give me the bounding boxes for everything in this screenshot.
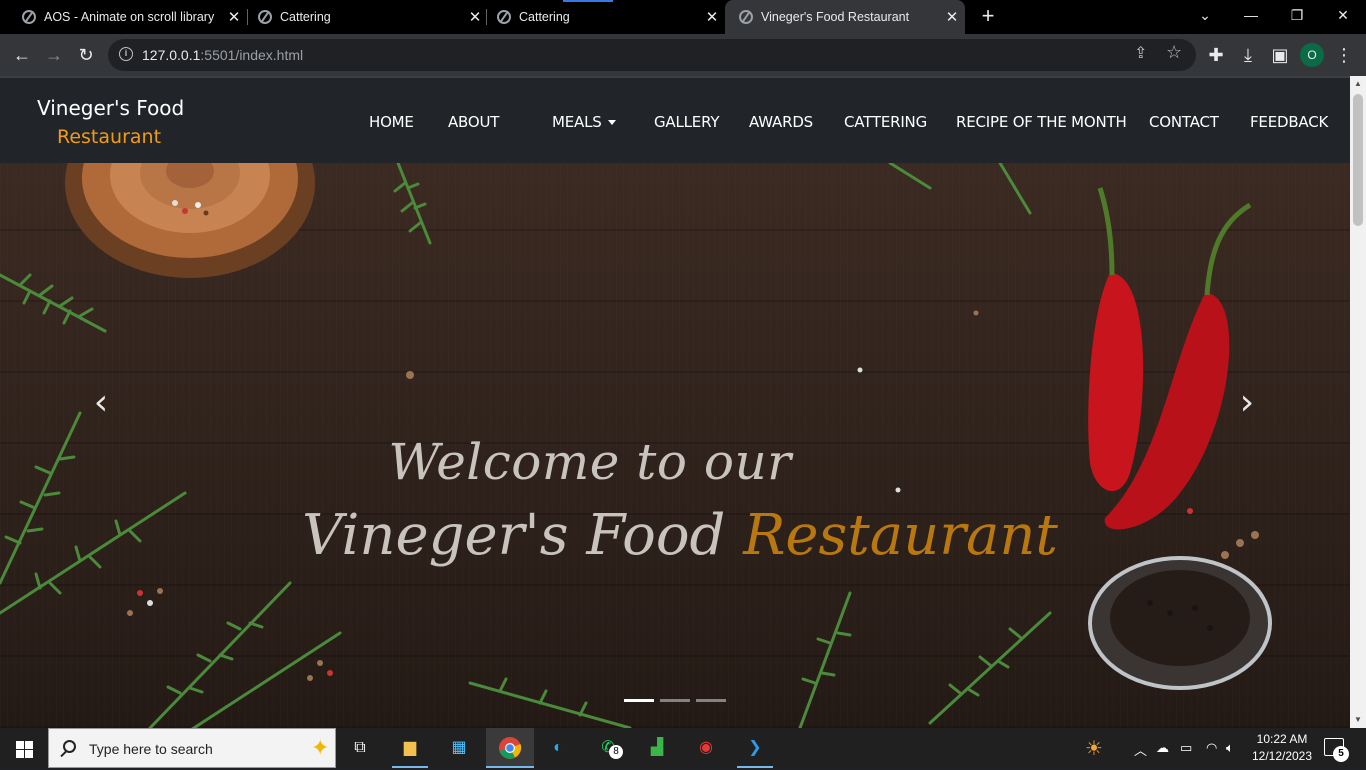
windows-taskbar: Type here to search ✦ ⧉ ▆ ▦ ◐ ✆ 8 ▟ ◉ ❯ … bbox=[0, 728, 1366, 768]
wifi-icon[interactable]: ◠ bbox=[1206, 740, 1217, 756]
close-icon[interactable]: ✕ bbox=[699, 8, 725, 26]
extensions-puzzle-icon[interactable]: ✚ bbox=[1202, 41, 1230, 69]
close-icon[interactable]: ✕ bbox=[939, 8, 965, 26]
restore-button[interactable]: ❐ bbox=[1274, 0, 1320, 34]
forward-button[interactable]: → bbox=[40, 41, 68, 69]
close-window-button[interactable]: ✕ bbox=[1320, 0, 1366, 34]
microsoft-store-icon[interactable]: ▦ bbox=[445, 734, 473, 762]
peppercorn-bowl-image bbox=[1088, 556, 1272, 690]
windows-start-button[interactable] bbox=[0, 728, 48, 768]
nav-awards[interactable]: AWARDS bbox=[749, 113, 813, 131]
nav-gallery[interactable]: GALLERY bbox=[654, 113, 720, 131]
brand-name[interactable]: Vineger's Food bbox=[37, 96, 184, 120]
taskbar-search-box[interactable]: Type here to search ✦ bbox=[48, 728, 336, 768]
globe-icon bbox=[258, 10, 272, 24]
carousel-prev-chevron-icon[interactable]: ‹ bbox=[86, 383, 116, 423]
carousel-indicator-1[interactable] bbox=[624, 699, 654, 702]
edge-icon[interactable]: ◐ bbox=[544, 734, 572, 762]
weather-icon[interactable]: ☀ bbox=[1085, 736, 1103, 761]
nav-recipe-of-the-month[interactable]: RECIPE OF THE MONTH bbox=[956, 113, 1127, 131]
nav-feedback[interactable]: FEEDBACK bbox=[1250, 113, 1328, 131]
hero-restaurant-heading: Vineger's Food Restaurant bbox=[0, 503, 1350, 568]
tab-cattering-1[interactable]: Cattering ✕ bbox=[236, 0, 488, 34]
scroll-down-arrow-icon[interactable]: ▼ bbox=[1350, 712, 1366, 728]
nav-meals-dropdown[interactable]: MEALS bbox=[552, 113, 616, 131]
url-text[interactable]: 127.0.0.1:5501/index.html bbox=[142, 47, 303, 63]
hero-restaurant-word: Restaurant bbox=[743, 503, 1058, 568]
carousel-indicator-2[interactable] bbox=[660, 699, 690, 702]
globe-icon bbox=[497, 10, 511, 24]
vscode-icon[interactable]: ❯ bbox=[741, 734, 769, 762]
search-placeholder: Type here to search bbox=[89, 741, 213, 757]
screen-recorder-icon[interactable]: ◉ bbox=[692, 734, 720, 762]
page-viewport: Vineger's Food Restaurant HOME ABOUT MEA… bbox=[0, 76, 1350, 728]
whatsapp-badge: 8 bbox=[609, 745, 623, 759]
battery-icon[interactable]: ▭ bbox=[1180, 740, 1192, 756]
bookmark-star-icon[interactable]: ☆ bbox=[1166, 42, 1182, 63]
tab-title: Cattering bbox=[280, 10, 331, 24]
globe-icon bbox=[739, 10, 753, 24]
tab-title: AOS - Animate on scroll library bbox=[44, 10, 215, 24]
site-info-icon[interactable]: i bbox=[119, 47, 133, 61]
minimize-button[interactable]: — bbox=[1228, 0, 1274, 34]
tab-title: Cattering bbox=[519, 10, 570, 24]
notification-count-badge: 5 bbox=[1333, 746, 1349, 762]
wood-slice-image bbox=[65, 163, 315, 278]
chrome-icon[interactable] bbox=[496, 734, 524, 762]
page-scrollbar[interactable]: ▲ ▼ bbox=[1350, 76, 1366, 728]
volume-icon[interactable]: 🔈︎ bbox=[1226, 740, 1234, 756]
brand-subtitle[interactable]: Restaurant bbox=[57, 126, 161, 148]
address-bar[interactable]: i 127.0.0.1:5501/index.html ⇪ ☆ bbox=[108, 39, 1196, 71]
clock-time: 10:22 AM bbox=[1256, 732, 1308, 746]
back-button[interactable]: ← bbox=[8, 41, 36, 69]
download-icon[interactable]: ⤓ bbox=[1234, 41, 1262, 69]
search-icon bbox=[63, 740, 76, 753]
nav-home[interactable]: HOME bbox=[369, 113, 414, 131]
hero-welcome-heading: Welcome to our bbox=[388, 433, 792, 491]
globe-icon bbox=[22, 10, 36, 24]
nav-cattering[interactable]: CATTERING bbox=[844, 113, 927, 131]
share-icon[interactable]: ⇪ bbox=[1134, 43, 1147, 63]
carousel-next-chevron-icon[interactable]: › bbox=[1232, 383, 1262, 423]
nav-about[interactable]: ABOUT bbox=[448, 113, 499, 131]
hero-carousel: ‹ › Welcome to our Vineger's Food Restau… bbox=[0, 163, 1350, 728]
nav-meals-label: MEALS bbox=[552, 113, 602, 131]
browser-tab-strip: AOS - Animate on scroll library ✕ Catter… bbox=[0, 0, 1366, 34]
tab-vinegers-food-restaurant[interactable]: Vineger's Food Restaurant ✕ bbox=[725, 0, 965, 34]
nav-contact[interactable]: CONTACT bbox=[1149, 113, 1219, 131]
search-highlight-icon[interactable]: ✦ bbox=[311, 735, 329, 761]
new-tab-button[interactable]: + bbox=[977, 4, 999, 28]
show-hidden-icons-chevron-icon[interactable]: ︿ bbox=[1134, 740, 1147, 759]
reload-button[interactable]: ↻ bbox=[72, 41, 100, 69]
caret-down-icon bbox=[607, 120, 616, 125]
task-view-icon[interactable]: ⧉ bbox=[346, 734, 374, 762]
onedrive-cloud-icon[interactable]: ☁ bbox=[1156, 740, 1169, 756]
side-panel-icon[interactable]: ▣ bbox=[1266, 41, 1294, 69]
scroll-up-arrow-icon[interactable]: ▲ bbox=[1350, 76, 1366, 92]
finance-chart-icon[interactable]: ▟ bbox=[643, 734, 671, 762]
profile-avatar[interactable]: O bbox=[1300, 43, 1324, 67]
system-clock[interactable]: 10:22 AM 12/12/2023 bbox=[1246, 731, 1318, 765]
carousel-indicator-3[interactable] bbox=[696, 699, 726, 702]
tab-cattering-2[interactable]: Cattering ✕ bbox=[475, 0, 725, 34]
tab-search-chevron-icon[interactable]: ⌄ bbox=[1182, 0, 1228, 34]
file-explorer-icon[interactable]: ▆ bbox=[396, 734, 424, 762]
menu-kebab-icon[interactable]: ⋮ bbox=[1330, 41, 1358, 69]
windows-logo-icon bbox=[16, 741, 24, 749]
browser-toolbar: ← → ↻ i 127.0.0.1:5501/index.html ⇪ ☆ ✚ … bbox=[0, 34, 1366, 76]
hero-restaurant-name: Vineger's Food bbox=[302, 503, 744, 568]
tab-title: Vineger's Food Restaurant bbox=[761, 10, 910, 24]
tab-aos[interactable]: AOS - Animate on scroll library ✕ bbox=[0, 0, 247, 34]
carousel-indicators bbox=[624, 699, 726, 702]
scrollbar-thumb[interactable] bbox=[1353, 94, 1363, 226]
site-navbar: Vineger's Food Restaurant HOME ABOUT MEA… bbox=[0, 76, 1350, 163]
clock-date: 12/12/2023 bbox=[1251, 749, 1313, 763]
